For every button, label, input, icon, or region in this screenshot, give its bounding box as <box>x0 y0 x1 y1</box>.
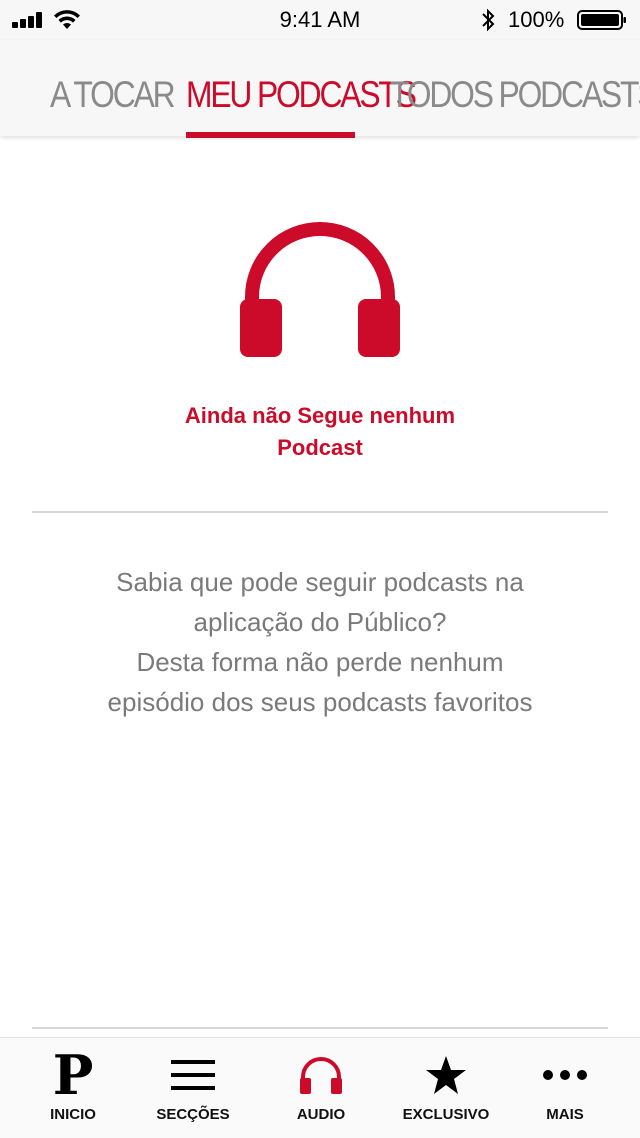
menu-icon <box>171 1060 215 1090</box>
battery-percentage: 100% <box>508 7 565 32</box>
nav-audio[interactable]: AUDIO <box>257 1038 385 1138</box>
bottom-divider <box>32 1027 608 1029</box>
status-bar: 9:41 AM 100% <box>0 0 640 40</box>
nav-inicio[interactable]: P INICIO <box>9 1038 137 1138</box>
empty-state-title-line2: Podcast <box>277 435 363 460</box>
battery-icon <box>577 10 626 30</box>
empty-state-title: Ainda não Segue nenhum Podcast <box>120 400 520 464</box>
nav-audio-label: AUDIO <box>296 1106 346 1123</box>
more-icon <box>543 1070 587 1080</box>
section-divider <box>32 511 608 513</box>
tab-a-tocar[interactable]: A TOCAR <box>50 74 176 116</box>
bottom-nav: P INICIO SECÇÕES AUDIO EXCLUSIVO MAIS <box>0 1037 640 1138</box>
star-icon <box>426 1056 466 1094</box>
nav-exclusivo[interactable]: EXCLUSIVO <box>382 1038 510 1138</box>
empty-state-title-line1: Ainda não Segue nenhum <box>184 403 456 428</box>
podcast-tabs: A TOCAR MEU PODCASTS TODOS PODCASTS <box>0 40 640 138</box>
nav-exclusivo-label: EXCLUSIVO <box>402 1106 490 1123</box>
tab-meu-podcasts[interactable]: MEU PODCASTS <box>186 74 417 116</box>
nav-mais-label: MAIS <box>546 1106 584 1123</box>
nav-seccoes-label: SECÇÕES <box>156 1106 230 1123</box>
info-line4: episódio dos seus podcasts favoritos <box>107 687 533 717</box>
active-tab-indicator <box>186 132 355 138</box>
info-line2: aplicação do Público? <box>193 607 447 637</box>
bluetooth-icon <box>482 8 495 32</box>
nav-seccoes[interactable]: SECÇÕES <box>129 1038 257 1138</box>
info-text: Sabia que pode seguir podcasts na aplica… <box>30 562 610 722</box>
publico-logo-icon: P <box>52 1043 94 1107</box>
headphones-icon <box>240 222 400 357</box>
info-line3: Desta forma não perde nenhum <box>136 647 504 677</box>
info-line1: Sabia que pode seguir podcasts na <box>116 567 524 597</box>
headphones-icon <box>300 1057 342 1094</box>
nav-mais[interactable]: MAIS <box>501 1038 629 1138</box>
tab-todos-podcasts[interactable]: TODOS PODCASTS <box>390 74 640 116</box>
nav-inicio-label: INICIO <box>50 1106 96 1123</box>
